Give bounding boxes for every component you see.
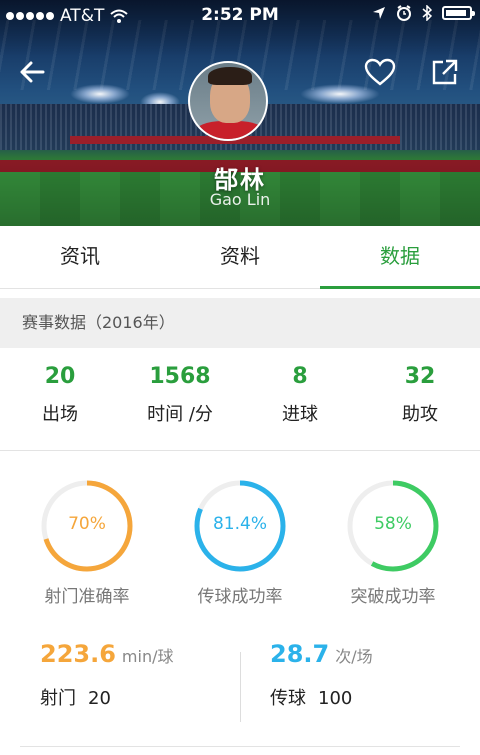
section-title: 赛事数据（2016年） [0, 298, 480, 348]
ring-pass-success: 81.4% 传球成功率 [170, 470, 310, 607]
efficiency-stats: 223.6 min/球 射门 20 28.7 次/场 传球 100 [0, 640, 480, 735]
alarm-icon [397, 5, 411, 21]
tab-profile[interactable]: 资料 [160, 226, 320, 288]
stat-label: 助攻 [402, 404, 438, 425]
share-icon [432, 59, 458, 85]
ring-dribble-success: 58% 突破成功率 [323, 470, 463, 607]
stat-label: 进球 [282, 404, 318, 425]
shots-count: 20 [88, 688, 111, 709]
stat-assists: 32 助攻 [360, 362, 480, 440]
heart-icon [364, 58, 396, 86]
tab-bar: 资讯 资料 数据 [0, 226, 480, 289]
stat-label: 时间 /分 [147, 404, 213, 425]
stat-value: 20 [44, 364, 76, 389]
passes-unit: 次/场 [335, 647, 373, 666]
summary-stats: 20 出场 1568 时间 /分 8 进球 32 助攻 [0, 362, 480, 440]
location-arrow-icon [373, 7, 385, 19]
ring-shot-accuracy: 70% 射门准确率 [17, 470, 157, 607]
stat-goals: 8 进球 [240, 362, 360, 440]
back-arrow-icon [20, 61, 45, 83]
divider [240, 652, 241, 722]
passes-label: 传球 [270, 688, 306, 709]
tab-news[interactable]: 资讯 [0, 226, 160, 288]
stat-label: 出场 [42, 404, 78, 425]
ring-percent: 81.4% [212, 514, 267, 534]
passes-block: 28.7 次/场 传球 100 [270, 640, 373, 710]
ring-label: 突破成功率 [350, 587, 436, 607]
ring-label: 射门准确率 [44, 587, 130, 607]
stat-minutes: 1568 时间 /分 [120, 362, 240, 440]
shots-label: 射门 [40, 688, 76, 709]
stat-value: 1568 [149, 364, 211, 389]
battery-icon [442, 6, 475, 20]
divider [0, 450, 480, 451]
ring-percent: 70% [68, 514, 106, 534]
shots-block: 223.6 min/球 射门 20 [40, 640, 174, 710]
stat-value: 32 [404, 364, 436, 389]
player-header: AT&T 2:52 PM 郜林 Gao Lin [0, 0, 480, 226]
ring-label: 传球成功率 [197, 587, 283, 607]
tab-stats[interactable]: 数据 [320, 226, 480, 289]
ring-percent: 58% [374, 514, 412, 534]
shots-unit: min/球 [121, 647, 174, 666]
player-avatar [188, 61, 268, 141]
bluetooth-icon [422, 5, 432, 21]
player-name-en: Gao Lin [209, 190, 271, 209]
stat-appearances: 20 出场 [0, 362, 120, 440]
status-bar: AT&T 2:52 PM [0, 0, 480, 32]
passes-count: 100 [318, 688, 353, 709]
back-button[interactable] [12, 52, 52, 92]
stat-value: 8 [292, 364, 308, 389]
favorite-button[interactable] [360, 52, 400, 92]
passes-rate: 28.7 [270, 640, 330, 668]
share-button[interactable] [425, 52, 465, 92]
percentage-rings: 70% 射门准确率 81.4% 传球成功率 58% 突破成功率 [0, 470, 480, 610]
shots-rate: 223.6 [40, 640, 116, 668]
divider [20, 746, 460, 747]
